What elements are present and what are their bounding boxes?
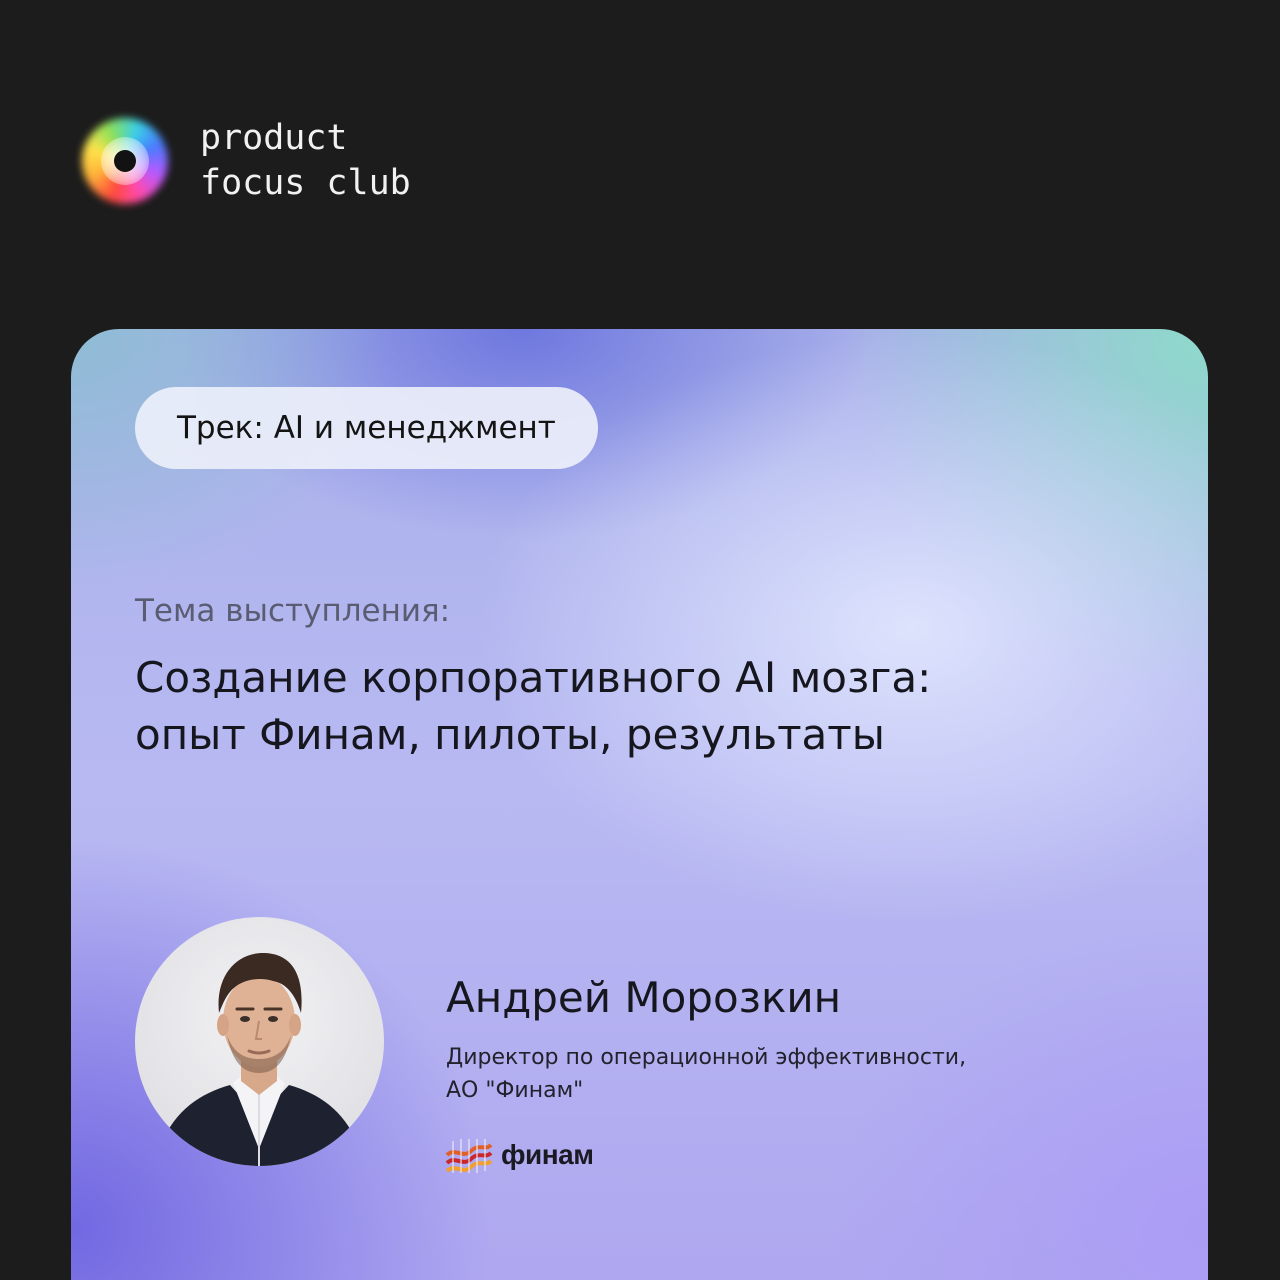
company-logo: финам — [445, 1133, 594, 1177]
company-logo-text: финам — [501, 1139, 594, 1170]
talk-card: Трек: AI и менеджмент Тема выступления: … — [71, 329, 1208, 1280]
speaker-role-line2: АО "Финам" — [446, 1078, 584, 1103]
topic-title-line2: опыт Финам, пилоты, результаты — [135, 710, 885, 759]
brand-name-line2: focus club — [200, 163, 411, 203]
speaker-role-line1: Директор по операционной эффективности, — [446, 1045, 967, 1070]
announcement-page: product focus club Трек: AI и менеджмент… — [0, 0, 1280, 1280]
speaker-role: Директор по операционной эффективности, … — [446, 1041, 966, 1107]
topic-title-line1: Создание корпоративного AI мозга: — [135, 653, 932, 702]
speaker-avatar — [135, 917, 384, 1166]
brand-header: product focus club — [80, 116, 411, 206]
focus-lens-icon — [80, 116, 170, 206]
finam-logo-icon — [445, 1139, 493, 1173]
brand-name: product focus club — [200, 116, 411, 206]
track-label: Трек: AI и менеджмент — [177, 410, 556, 446]
brand-name-line1: product — [200, 118, 348, 158]
topic-label: Тема выступления: — [135, 593, 451, 629]
topic-title: Создание корпоративного AI мозга: опыт Ф… — [135, 649, 1115, 763]
track-badge: Трек: AI и менеджмент — [135, 387, 598, 469]
speaker-portrait — [155, 953, 364, 1166]
speaker-name: Андрей Морозкин — [446, 973, 842, 1022]
